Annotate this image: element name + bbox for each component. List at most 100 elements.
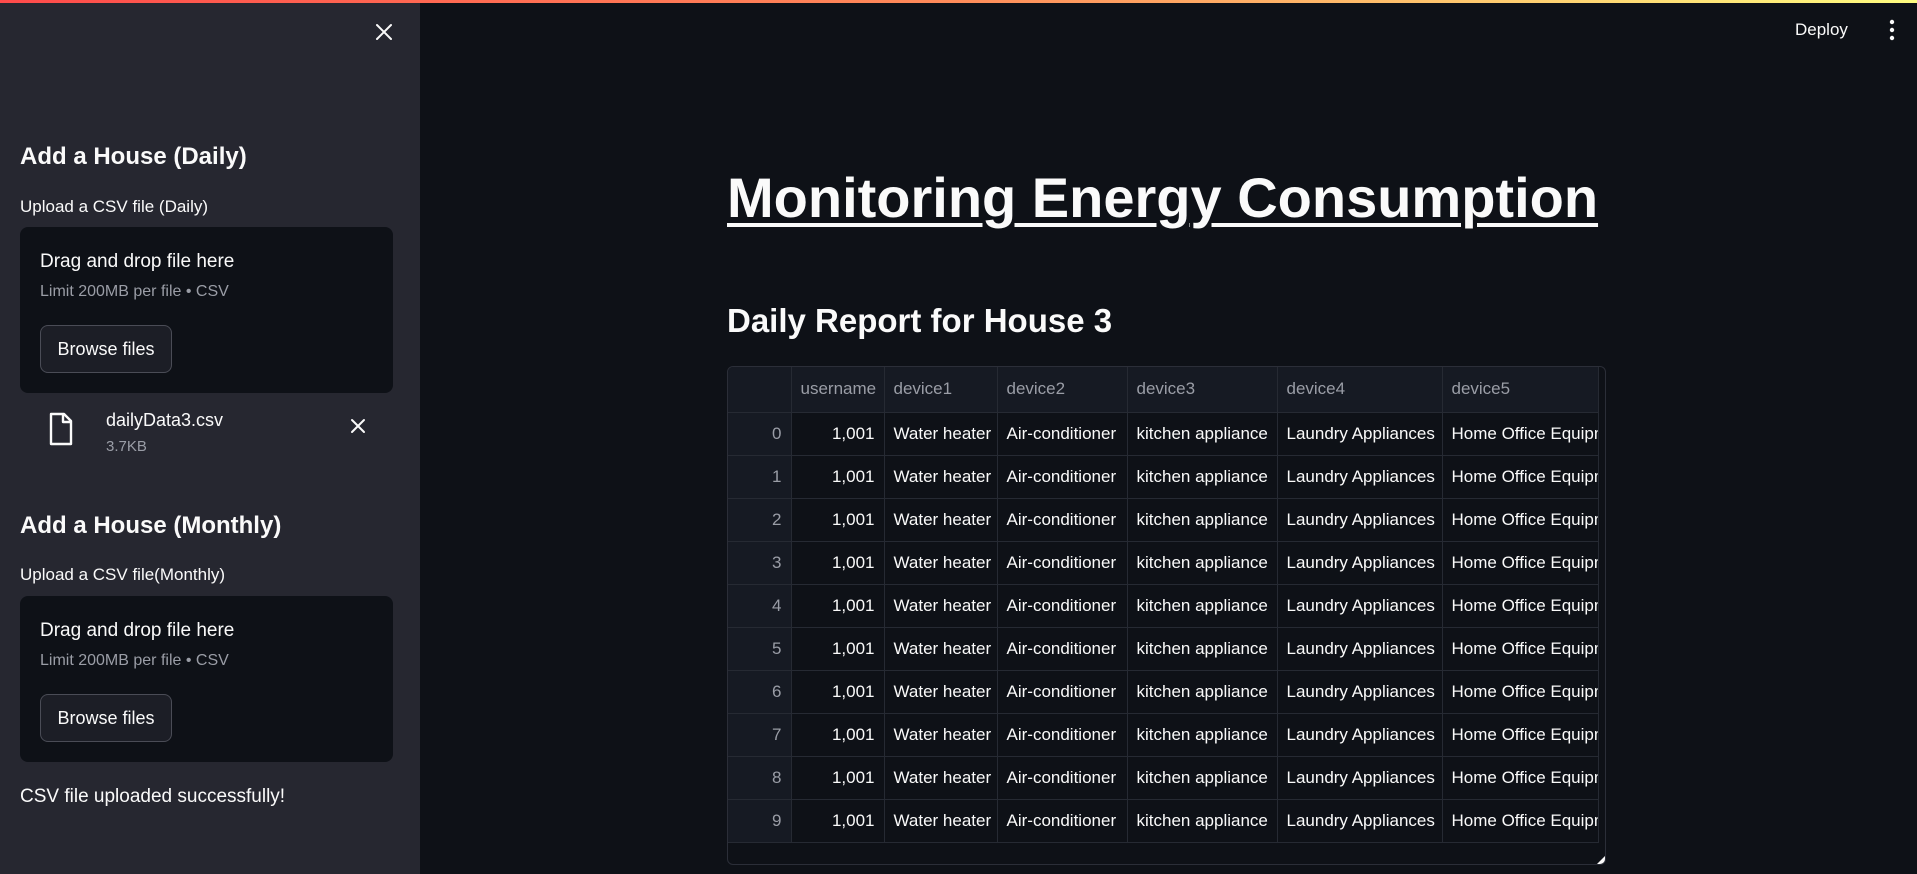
table-cell-device3[interactable]: kitchen appliance xyxy=(1127,799,1278,843)
table-cell-device4[interactable]: Laundry Appliances xyxy=(1277,670,1443,714)
table-cell-device3[interactable]: kitchen appliance xyxy=(1127,412,1278,456)
table-row[interactable]: 6 1,001 Water heater Air-conditioner kitchen… xyxy=(728,670,1599,714)
row-index: 4 xyxy=(728,584,792,628)
table-cell-device2[interactable]: Air-conditioner xyxy=(997,756,1128,800)
table-cell-device4[interactable]: Laundry Appliances xyxy=(1277,713,1443,757)
table-cell-username[interactable]: 1,001 xyxy=(791,412,885,456)
table-cell-device2[interactable]: Air-conditioner xyxy=(997,799,1128,843)
dropzone-limit: Limit 200MB per file • CSV xyxy=(40,652,229,669)
table-cell-device4[interactable]: Laundry Appliances xyxy=(1277,455,1443,499)
main-menu-button[interactable] xyxy=(1882,18,1902,42)
table-cell-device1[interactable]: Water heater xyxy=(884,498,998,542)
vertical-dots-icon xyxy=(1889,19,1895,41)
table-cell-username[interactable]: 1,001 xyxy=(791,713,885,757)
table-row[interactable]: 1 1,001 Water heater Air-conditioner kitchen… xyxy=(728,455,1599,499)
row-index: 5 xyxy=(728,627,792,671)
table-cell-device3[interactable]: kitchen appliance xyxy=(1127,756,1278,800)
daily-dropzone[interactable]: Drag and drop file here Limit 200MB per … xyxy=(20,227,393,393)
top-accent-bar xyxy=(0,0,1917,3)
table-cell-username[interactable]: 1,001 xyxy=(791,756,885,800)
table-cell-device5[interactable]: Home Office Equipm xyxy=(1442,541,1599,585)
table-row[interactable]: 5 1,001 Water heater Air-conditioner kitchen… xyxy=(728,627,1599,671)
table-cell-device3[interactable]: kitchen appliance xyxy=(1127,713,1278,757)
column-header-device2[interactable]: device2 xyxy=(997,367,1128,413)
table-cell-device2[interactable]: Air-conditioner xyxy=(997,584,1128,628)
table-row[interactable]: 2 1,001 Water heater Air-conditioner kitchen… xyxy=(728,498,1599,542)
file-size: 3.7KB xyxy=(106,438,147,455)
deploy-button[interactable]: Deploy xyxy=(1795,16,1848,44)
table-cell-device2[interactable]: Air-conditioner xyxy=(997,498,1128,542)
table-cell-username[interactable]: 1,001 xyxy=(791,455,885,499)
table-cell-device5[interactable]: Home Office Equipm xyxy=(1442,584,1599,628)
table-cell-device2[interactable]: Air-conditioner xyxy=(997,455,1128,499)
table-cell-device5[interactable]: Home Office Equipm xyxy=(1442,799,1599,843)
table-cell-device1[interactable]: Water heater xyxy=(884,584,998,628)
table-cell-device4[interactable]: Laundry Appliances xyxy=(1277,498,1443,542)
sidebar-close-button[interactable] xyxy=(370,18,398,46)
report-title: Daily Report for House 3 xyxy=(727,302,1113,339)
data-table[interactable]: username device1 device2 device3 device4 devi… xyxy=(727,366,1606,865)
daily-section-title: Add a House (Daily) xyxy=(20,143,247,170)
column-header-device4[interactable]: device4 xyxy=(1277,367,1443,413)
monthly-upload-label: Upload a CSV file(Monthly) xyxy=(20,565,226,584)
table-cell-device1[interactable]: Water heater xyxy=(884,756,998,800)
table-row[interactable]: 0 1,001 Water heater Air-conditioner kitchen… xyxy=(728,412,1599,456)
table-cell-device3[interactable]: kitchen appliance xyxy=(1127,670,1278,714)
table-cell-device4[interactable]: Laundry Appliances xyxy=(1277,541,1443,585)
table-cell-device1[interactable]: Water heater xyxy=(884,713,998,757)
table-cell-device3[interactable]: kitchen appliance xyxy=(1127,498,1278,542)
remove-file-button[interactable] xyxy=(350,418,374,442)
resize-handle-icon[interactable] xyxy=(1597,856,1605,864)
table-cell-device4[interactable]: Laundry Appliances xyxy=(1277,584,1443,628)
table-cell-username[interactable]: 1,001 xyxy=(791,627,885,671)
table-cell-device5[interactable]: Home Office Equipm xyxy=(1442,412,1599,456)
table-cell-device2[interactable]: Air-conditioner xyxy=(997,713,1128,757)
column-header-device5[interactable]: device5 xyxy=(1442,367,1599,413)
monthly-dropzone[interactable]: Drag and drop file here Limit 200MB per … xyxy=(20,596,393,762)
index-column-header[interactable] xyxy=(728,367,792,413)
table-cell-device2[interactable]: Air-conditioner xyxy=(997,670,1128,714)
table-cell-device3[interactable]: kitchen appliance xyxy=(1127,584,1278,628)
monthly-browse-button[interactable]: Browse files xyxy=(40,694,172,742)
table-cell-device3[interactable]: kitchen appliance xyxy=(1127,541,1278,585)
table-cell-device5[interactable]: Home Office Equipm xyxy=(1442,627,1599,671)
table-cell-device5[interactable]: Home Office Equipm xyxy=(1442,670,1599,714)
row-index: 1 xyxy=(728,455,792,499)
table-cell-username[interactable]: 1,001 xyxy=(791,584,885,628)
table-cell-username[interactable]: 1,001 xyxy=(791,498,885,542)
table-cell-device5[interactable]: Home Office Equipm xyxy=(1442,713,1599,757)
table-cell-device5[interactable]: Home Office Equipm xyxy=(1442,498,1599,542)
table-cell-device5[interactable]: Home Office Equipm xyxy=(1442,756,1599,800)
table-cell-device4[interactable]: Laundry Appliances xyxy=(1277,627,1443,671)
table-row[interactable]: 8 1,001 Water heater Air-conditioner kitchen… xyxy=(728,756,1599,800)
table-cell-device1[interactable]: Water heater xyxy=(884,412,998,456)
table-cell-device2[interactable]: Air-conditioner xyxy=(997,627,1128,671)
table-cell-device1[interactable]: Water heater xyxy=(884,455,998,499)
table-cell-device1[interactable]: Water heater xyxy=(884,541,998,585)
table-row[interactable]: 9 1,001 Water heater Air-conditioner kitchen… xyxy=(728,799,1599,843)
table-row[interactable]: 7 1,001 Water heater Air-conditioner kitchen… xyxy=(728,713,1599,757)
monthly-section-title: Add a House (Monthly) xyxy=(20,512,282,539)
column-header-username[interactable]: username xyxy=(791,367,885,413)
daily-browse-button[interactable]: Browse files xyxy=(40,325,172,373)
table-cell-device1[interactable]: Water heater xyxy=(884,670,998,714)
row-index: 2 xyxy=(728,498,792,542)
column-header-device3[interactable]: device3 xyxy=(1127,367,1278,413)
table-cell-username[interactable]: 1,001 xyxy=(791,541,885,585)
table-cell-device3[interactable]: kitchen appliance xyxy=(1127,627,1278,671)
table-cell-device2[interactable]: Air-conditioner xyxy=(997,412,1128,456)
table-cell-username[interactable]: 1,001 xyxy=(791,799,885,843)
table-row[interactable]: 4 1,001 Water heater Air-conditioner kitchen… xyxy=(728,584,1599,628)
table-cell-device3[interactable]: kitchen appliance xyxy=(1127,455,1278,499)
table-cell-device2[interactable]: Air-conditioner xyxy=(997,541,1128,585)
table-row[interactable]: 3 1,001 Water heater Air-conditioner kitchen… xyxy=(728,541,1599,585)
table-cell-device5[interactable]: Home Office Equipm xyxy=(1442,455,1599,499)
table-cell-device1[interactable]: Water heater xyxy=(884,799,998,843)
table-cell-device4[interactable]: Laundry Appliances xyxy=(1277,799,1443,843)
table-cell-device4[interactable]: Laundry Appliances xyxy=(1277,412,1443,456)
table-cell-username[interactable]: 1,001 xyxy=(791,670,885,714)
table-cell-device4[interactable]: Laundry Appliances xyxy=(1277,756,1443,800)
table-cell-device1[interactable]: Water heater xyxy=(884,627,998,671)
uploaded-file-item: dailyData3.csv 3.7KB xyxy=(20,404,393,460)
column-header-device1[interactable]: device1 xyxy=(884,367,998,413)
